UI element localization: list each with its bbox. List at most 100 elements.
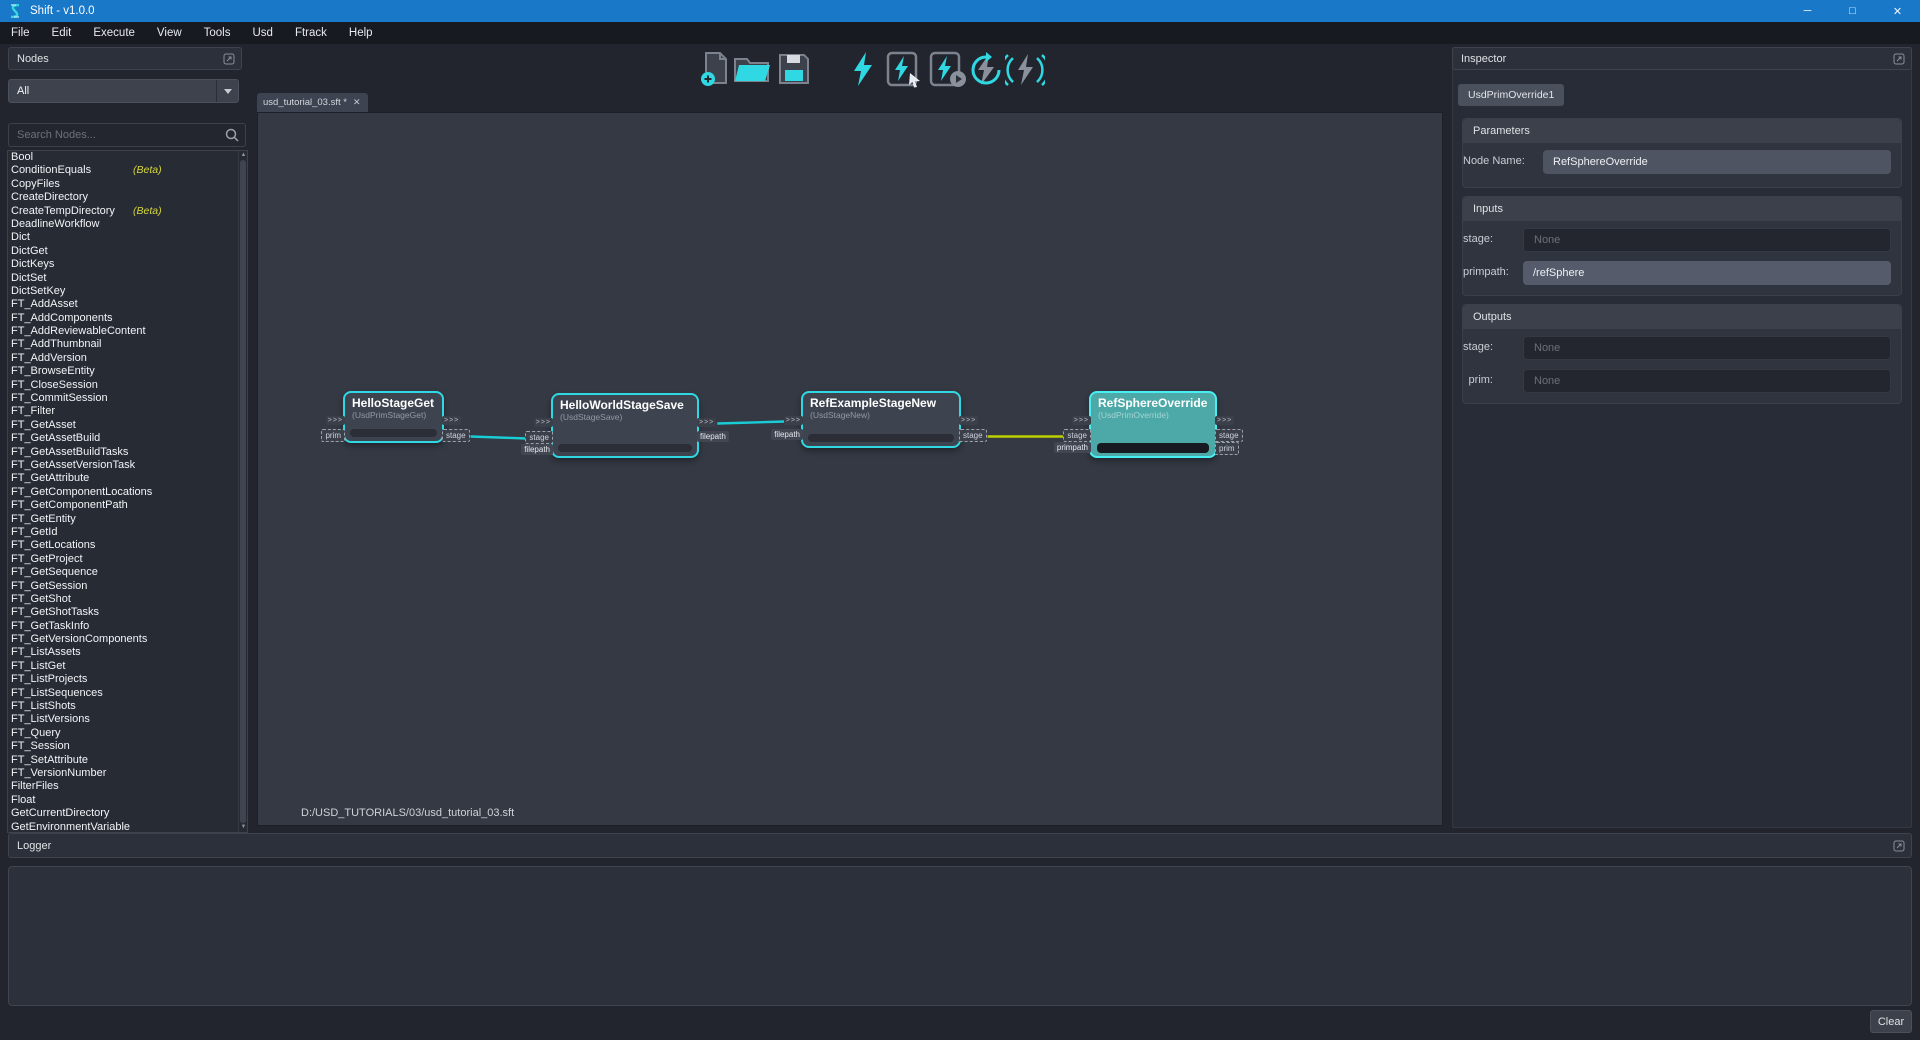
node-list-item[interactable]: FT_AddComponents	[8, 312, 247, 325]
node-list-item[interactable]: FT_Filter	[8, 405, 247, 418]
node-name-field[interactable]: RefSphereOverride	[1543, 150, 1891, 174]
new-file-icon[interactable]	[698, 51, 736, 92]
popout-icon[interactable]	[1893, 53, 1905, 65]
node-list-item[interactable]: DictKeys	[8, 258, 247, 271]
port-prim[interactable]: prim	[1215, 442, 1239, 455]
node-graph-canvas[interactable]: HelloStageGet(UsdPrimStageGet)>>>prim>>>…	[257, 112, 1443, 826]
node-list-item[interactable]: FT_GetId	[8, 526, 247, 539]
node-list-item[interactable]: FT_GetAttribute	[8, 472, 247, 485]
tab-close-icon[interactable]: ✕	[353, 97, 361, 108]
node-list-item[interactable]: Float	[8, 794, 247, 807]
list-scrollbar[interactable]: ▲ ▼	[238, 151, 247, 832]
node-list-item[interactable]: FT_GetTaskInfo	[8, 620, 247, 633]
node-list-item[interactable]: FT_GetLocations	[8, 539, 247, 552]
port-stage[interactable]: stage	[1063, 429, 1091, 442]
menu-file[interactable]: File	[0, 22, 41, 44]
node-list-item[interactable]: ConditionEquals(Beta)	[8, 164, 247, 177]
re-execute-icon[interactable]	[967, 51, 1005, 94]
menu-tools[interactable]: Tools	[193, 22, 242, 44]
scroll-down-icon[interactable]: ▼	[239, 823, 248, 832]
inspector-node-tab[interactable]: UsdPrimOverride1	[1458, 84, 1564, 106]
popout-icon[interactable]	[223, 53, 235, 65]
maximize-button[interactable]: □	[1830, 0, 1875, 22]
menu-usd[interactable]: Usd	[242, 22, 284, 44]
port-filepath[interactable]: filepath	[771, 429, 803, 440]
close-button[interactable]: ✕	[1875, 0, 1920, 22]
node-list-item[interactable]: FT_GetSequence	[8, 566, 247, 579]
execute-icon[interactable]	[851, 51, 875, 92]
node-list-item[interactable]: DictSetKey	[8, 285, 247, 298]
node-list-item[interactable]: FT_AddReviewableContent	[8, 325, 247, 338]
menu-view[interactable]: View	[146, 22, 193, 44]
graph-node[interactable]: HelloStageGet(UsdPrimStageGet)	[343, 391, 444, 443]
node-list-item[interactable]: FT_GetShot	[8, 593, 247, 606]
node-list-item[interactable]: DictGet	[8, 245, 247, 258]
exec-port[interactable]: >>>	[1072, 416, 1091, 425]
node-list-item[interactable]: FT_GetProject	[8, 553, 247, 566]
node-list-item[interactable]: FT_AddVersion	[8, 352, 247, 365]
node-list-item[interactable]: FT_GetShotTasks	[8, 606, 247, 619]
node-list-item[interactable]: FT_GetAssetBuildTasks	[8, 446, 247, 459]
port-prim[interactable]: prim	[321, 429, 345, 442]
menu-ftrack[interactable]: Ftrack	[284, 22, 338, 44]
node-list-item[interactable]: FT_GetAssetBuild	[8, 432, 247, 445]
node-list-item[interactable]: FT_ListVersions	[8, 713, 247, 726]
document-tab[interactable]: usd_tutorial_03.sft * ✕	[257, 93, 368, 112]
node-list-item[interactable]: FT_VersionNumber	[8, 767, 247, 780]
node-list-item[interactable]: DeadlineWorkflow	[8, 218, 247, 231]
node-list-item[interactable]: Bool	[8, 151, 247, 164]
node-list-item[interactable]: FT_Session	[8, 740, 247, 753]
node-list-item[interactable]: DictSet	[8, 272, 247, 285]
graph-node[interactable]: RefSphereOverride(UsdPrimOverride)	[1089, 391, 1217, 458]
node-list-item[interactable]: FT_AddThumbnail	[8, 338, 247, 351]
port-filepath[interactable]: filepath	[697, 431, 729, 442]
node-list-item[interactable]: Dict	[8, 231, 247, 244]
exec-port[interactable]: >>>	[959, 416, 978, 425]
port-filepath[interactable]: filepath	[521, 444, 553, 455]
menu-help[interactable]: Help	[338, 22, 384, 44]
execute-selected-icon[interactable]	[886, 51, 924, 94]
node-list-item[interactable]: FT_ListShots	[8, 700, 247, 713]
popout-icon[interactable]	[1893, 840, 1905, 852]
graph-node[interactable]: HelloWorldStageSave(UsdStageSave)	[551, 393, 699, 458]
node-list-item[interactable]: FT_GetVersionComponents	[8, 633, 247, 646]
node-list-item[interactable]: FT_Query	[8, 727, 247, 740]
graph-node[interactable]: RefExampleStageNew(UsdStageNew)	[801, 391, 961, 448]
live-execute-icon[interactable]	[1005, 51, 1045, 94]
clear-logger-button[interactable]: Clear	[1870, 1010, 1912, 1033]
port-primpath[interactable]: primpath	[1054, 442, 1091, 453]
open-file-icon[interactable]	[732, 51, 772, 92]
node-list-item[interactable]: CreateDirectory	[8, 191, 247, 204]
node-list-item[interactable]: FT_AddAsset	[8, 298, 247, 311]
menu-edit[interactable]: Edit	[41, 22, 83, 44]
node-list-item[interactable]: FT_ListAssets	[8, 646, 247, 659]
node-list-item[interactable]: FilterFiles	[8, 780, 247, 793]
node-list-item[interactable]: FT_SetAttribute	[8, 754, 247, 767]
port-stage[interactable]: stage	[959, 429, 987, 442]
menu-execute[interactable]: Execute	[82, 22, 146, 44]
node-list-item[interactable]: CopyFiles	[8, 178, 247, 191]
node-list-item[interactable]: FT_ListSequences	[8, 687, 247, 700]
input-primpath-field[interactable]: /refSphere	[1523, 261, 1891, 285]
node-list-item[interactable]: FT_GetComponentLocations	[8, 486, 247, 499]
node-list-item[interactable]: FT_CommitSession	[8, 392, 247, 405]
exec-port[interactable]: >>>	[442, 416, 461, 425]
port-stage[interactable]: stage	[442, 429, 470, 442]
port-stage[interactable]: stage	[1215, 429, 1243, 442]
node-list-item[interactable]: GetEnvironmentVariable	[8, 821, 247, 833]
node-filter-dropdown[interactable]: All	[8, 79, 239, 103]
exec-port[interactable]: >>>	[1215, 416, 1234, 425]
node-list-item[interactable]: FT_GetSession	[8, 580, 247, 593]
node-list-item[interactable]: FT_CloseSession	[8, 379, 247, 392]
exec-port[interactable]: >>>	[534, 418, 553, 427]
port-stage[interactable]: stage	[525, 431, 553, 444]
scrollbar-thumb[interactable]	[240, 160, 246, 823]
node-list-item[interactable]: GetCurrentDirectory	[8, 807, 247, 820]
search-input[interactable]	[9, 129, 223, 141]
node-list-item[interactable]: FT_BrowseEntity	[8, 365, 247, 378]
exec-port[interactable]: >>>	[326, 416, 345, 425]
minimize-button[interactable]: ─	[1785, 0, 1830, 22]
execute-from-node-icon[interactable]	[929, 51, 967, 94]
exec-port[interactable]: >>>	[784, 416, 803, 425]
save-file-icon[interactable]	[776, 51, 812, 92]
